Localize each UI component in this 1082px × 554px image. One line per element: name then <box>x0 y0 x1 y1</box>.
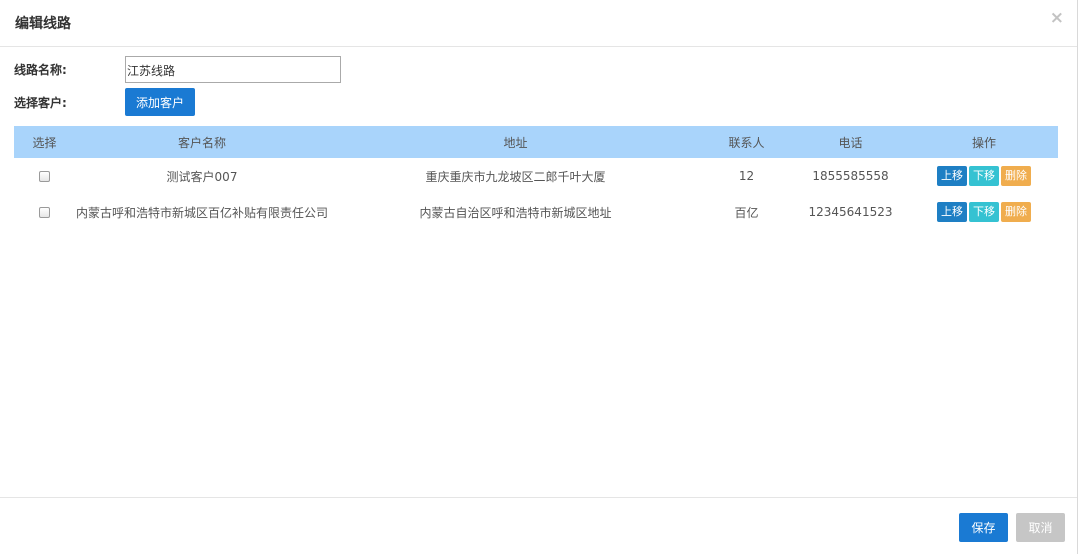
row-select-cell <box>14 158 75 194</box>
cancel-button[interactable]: 取消 <box>1016 513 1065 542</box>
select-customer-label: 选择客户: <box>14 95 67 110</box>
row-select-cell <box>14 194 75 230</box>
table-row: 测试客户007 重庆重庆市九龙坡区二郎千叶大厦 12 1855585558 上移… <box>14 158 1058 194</box>
edit-route-modal: 编辑线路 × 线路名称: 选择客户: 添加客户 选择 客户名称 地址 联系人 电… <box>0 0 1078 554</box>
customer-name-cell: 内蒙古呼和浩特市新城区百亿补贴有限责任公司 <box>75 205 328 220</box>
header-select: 选择 <box>14 126 75 158</box>
actions-cell: 上移 下移 删除 <box>910 194 1058 230</box>
header-phone: 电话 <box>791 126 910 158</box>
address-cell: 重庆重庆市九龙坡区二郎千叶大厦 <box>425 169 606 184</box>
header-customer-name: 客户名称 <box>75 126 329 158</box>
phone-cell: 12345641523 <box>808 205 893 219</box>
modal-title: 编辑线路 <box>15 16 71 32</box>
route-name-input[interactable] <box>125 56 341 83</box>
actions-cell: 上移 下移 删除 <box>910 158 1058 194</box>
customer-table: 选择 客户名称 地址 联系人 电话 操作 测试客户007 重庆重庆市九龙坡区二郎… <box>14 126 1058 230</box>
customer-name-cell: 测试客户007 <box>166 169 238 184</box>
modal-header: 编辑线路 × <box>0 0 1077 47</box>
contact-cell: 百亿 <box>734 205 759 220</box>
delete-button[interactable]: 删除 <box>1001 166 1031 186</box>
route-name-label: 线路名称: <box>14 63 67 77</box>
close-icon[interactable]: × <box>1050 10 1064 27</box>
contact-cell: 12 <box>738 169 755 183</box>
route-name-row: 线路名称: <box>14 56 341 83</box>
move-up-button[interactable]: 上移 <box>937 166 967 186</box>
table-header-row: 选择 客户名称 地址 联系人 电话 操作 <box>14 126 1058 158</box>
modal-footer: 保存 取消 <box>0 497 1077 554</box>
move-up-button[interactable]: 上移 <box>937 202 967 222</box>
add-customer-button[interactable]: 添加客户 <box>125 88 196 116</box>
delete-button[interactable]: 删除 <box>1001 202 1031 222</box>
header-address: 地址 <box>329 126 702 158</box>
move-down-button[interactable]: 下移 <box>969 202 999 222</box>
address-cell: 内蒙古自治区呼和浩特市新城区地址 <box>419 205 612 220</box>
row-checkbox[interactable] <box>39 207 50 218</box>
save-button[interactable]: 保存 <box>959 513 1008 542</box>
phone-cell: 1855585558 <box>812 169 889 183</box>
move-down-button[interactable]: 下移 <box>969 166 999 186</box>
row-checkbox[interactable] <box>39 171 50 182</box>
header-actions: 操作 <box>910 126 1058 158</box>
header-contact: 联系人 <box>702 126 791 158</box>
select-customer-row: 选择客户: 添加客户 <box>14 88 196 116</box>
table-row: 内蒙古呼和浩特市新城区百亿补贴有限责任公司 内蒙古自治区呼和浩特市新城区地址 百… <box>14 194 1058 230</box>
